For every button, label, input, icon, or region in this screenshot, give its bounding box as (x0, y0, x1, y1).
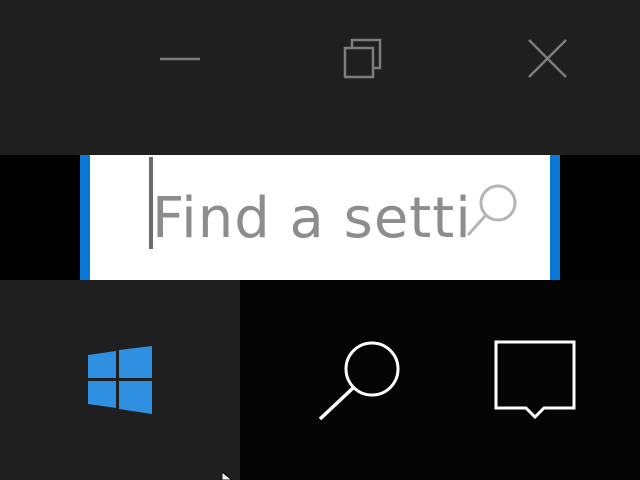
mouse-cursor (222, 472, 233, 480)
action-center-icon[interactable] (494, 340, 576, 420)
close-button[interactable] (502, 20, 592, 100)
taskbar-search-button[interactable] (315, 338, 410, 428)
minimize-icon (160, 57, 200, 61)
minimize-button[interactable] (135, 20, 225, 100)
windows-logo-icon (88, 346, 152, 414)
restore-icon (343, 38, 382, 79)
search-icon[interactable] (462, 179, 524, 241)
close-icon (528, 39, 567, 78)
title-bar (0, 0, 640, 155)
search-box[interactable] (80, 155, 560, 280)
restore-button[interactable] (318, 20, 408, 100)
search-input[interactable] (152, 173, 472, 263)
